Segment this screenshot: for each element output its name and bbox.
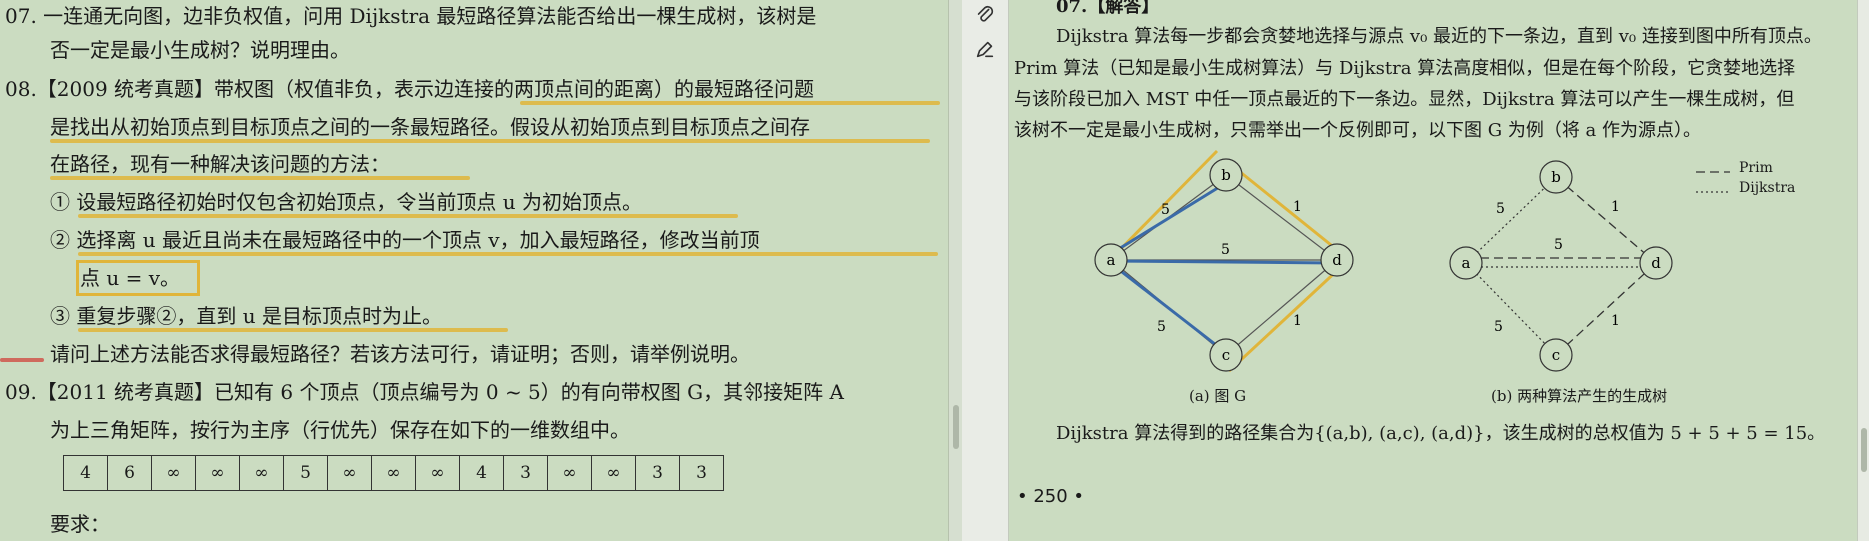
adjacency-array: 4 6 ∞ ∞ ∞ 5 ∞ ∞ ∞ 4 3 ∞ ∞ 3 3 xyxy=(63,455,724,491)
legend-prim-label: Prim xyxy=(1739,160,1773,176)
question-08-line1: 08.【2009 统考真题】带权图（权值非负，表示边连接的两顶点间的距离）的最短… xyxy=(5,77,815,101)
spanning-trees-figure: a b c d 5 1 5 5 1 xyxy=(1449,160,1730,372)
question-08-ask: 请问上述方法能否求得最短路径？若该方法可行，请证明；否则，请举例说明。 xyxy=(50,342,750,366)
weight-ac: 5 xyxy=(1494,319,1503,335)
question-08-line3: 在路径，现有一种解决该问题的方法： xyxy=(50,152,390,176)
figure-a-caption: (a) 图 G xyxy=(1189,387,1247,405)
array-cell: 3 xyxy=(635,455,680,491)
annotation-toolstrip xyxy=(962,0,1009,541)
question-07-line1: 07. 一连通无向图，边非负权值，问用 Dijkstra 最短路径算法能否给出一… xyxy=(5,4,817,28)
answer-line2: Prim 算法（已知是最小生成树算法）与 Dijkstra 算法高度相似，但是在… xyxy=(1014,58,1796,79)
edge-cd xyxy=(1225,259,1338,356)
left-scrollbar-thumb[interactable] xyxy=(953,405,959,449)
graph-g-figure: a b c d 5 1 5 5 1 xyxy=(1094,149,1354,373)
highlight-stroke xyxy=(50,176,470,180)
sign-pen-icon[interactable] xyxy=(974,38,996,60)
annotation-yellow-stroke xyxy=(1227,265,1343,373)
node-a-label: a xyxy=(1462,254,1471,272)
question-07-line2: 否一定是最小生成树？说明理由。 xyxy=(50,38,350,62)
highlight-stroke xyxy=(520,101,940,105)
array-cell: 3 xyxy=(503,455,548,491)
array-cell: ∞ xyxy=(415,455,460,491)
answer-line4: 该树不一定是最小生成树，只需举出一个反例即可，以下图 G 为例（将 a 作为源点… xyxy=(1014,120,1701,141)
array-cell: ∞ xyxy=(239,455,284,491)
node-d-label: d xyxy=(1332,251,1342,269)
array-cell: 3 xyxy=(679,455,724,491)
array-cell: 4 xyxy=(459,455,504,491)
array-cell: ∞ xyxy=(591,455,636,491)
figure-b-caption: (b) 两种算法产生的生成树 xyxy=(1491,387,1668,405)
dijkstra-edge-ab xyxy=(1465,176,1557,264)
highlight-stroke xyxy=(78,214,738,218)
question-08-step3: ③ 重复步骤②，直到 u 是目标顶点时为止。 xyxy=(50,304,442,328)
array-cell: ∞ xyxy=(151,455,196,491)
prim-edge-cd xyxy=(1555,262,1657,356)
prim-edge-bd xyxy=(1555,176,1657,264)
left-page: 07. 一连通无向图，边非负权值，问用 Dijkstra 最短路径算法能否给出一… xyxy=(0,0,948,541)
array-cell: 5 xyxy=(283,455,328,491)
weight-ab: 5 xyxy=(1496,201,1505,217)
highlight-stroke xyxy=(78,328,508,332)
paperclip-icon[interactable] xyxy=(974,4,996,26)
answer-conclusion: Dijkstra 算法得到的路径集合为{(a,b), (a,c), (a,d)}… xyxy=(1056,423,1826,444)
array-cell: 4 xyxy=(63,455,108,491)
node-c-label: c xyxy=(1222,346,1230,364)
dijkstra-edge-ac xyxy=(1465,262,1557,356)
array-cell: ∞ xyxy=(195,455,240,491)
weight-cd: 1 xyxy=(1293,313,1302,329)
question-09-line2: 为上三角矩阵，按行为主序（行优先）保存在如下的一维数组中。 xyxy=(50,418,630,442)
node-b-label: b xyxy=(1221,166,1231,184)
weight-ad: 5 xyxy=(1554,237,1563,253)
legend-dijkstra-label: Dijkstra xyxy=(1739,180,1796,196)
page-number: • 250 • xyxy=(1017,486,1085,507)
array-cell: ∞ xyxy=(327,455,372,491)
answer-line1: Dijkstra 算法每一步都会贪婪地选择与源点 v₀ 最近的下一条边，直到 v… xyxy=(1056,26,1822,47)
array-cell: ∞ xyxy=(371,455,416,491)
weight-bd: 1 xyxy=(1293,199,1302,215)
weight-bd: 1 xyxy=(1611,199,1620,215)
question-08-step2: ② 选择离 u 最近且尚未在最短路径中的一个顶点 v，加入最短路径，修改当前顶 xyxy=(50,228,760,252)
highlight-box xyxy=(76,260,200,296)
question-09-line1: 09.【2011 统考真题】已知有 6 个顶点（顶点编号为 0 ~ 5）的有向带… xyxy=(5,380,844,404)
page-divider xyxy=(948,0,963,541)
weight-ab: 5 xyxy=(1161,202,1170,218)
weight-cd: 1 xyxy=(1611,313,1620,329)
answer-line3: 与该阶段已加入 MST 中任一顶点最近的下一条边。显然，Dijkstra 算法可… xyxy=(1014,89,1795,110)
edge-bd xyxy=(1225,174,1338,261)
node-a-label: a xyxy=(1107,251,1116,269)
right-page: 07.【解答】 Dijkstra 算法每一步都会贪婪地选择与源点 v₀ 最近的下… xyxy=(1009,0,1857,541)
weight-ac: 5 xyxy=(1157,319,1166,335)
array-cell: 6 xyxy=(107,455,152,491)
array-cell: ∞ xyxy=(547,455,592,491)
right-scrollbar-thumb[interactable] xyxy=(1861,428,1867,472)
question-08-step1: ① 设最短路径初始时仅包含初始顶点，令当前顶点 u 为初始顶点。 xyxy=(50,190,642,214)
node-c-label: c xyxy=(1552,346,1560,364)
weight-ad: 5 xyxy=(1221,242,1230,258)
question-08-line2: 是找出从初始顶点到目标顶点之间的一条最短路径。假设从初始顶点到目标顶点之间存 xyxy=(50,115,810,139)
annotation-yellow-stroke xyxy=(1233,165,1342,255)
question-09-requirements: 要求： xyxy=(50,512,110,536)
answer-heading: 07.【解答】 xyxy=(1056,0,1160,17)
right-scrollbar[interactable] xyxy=(1857,0,1869,541)
red-mark xyxy=(0,358,44,362)
node-d-label: d xyxy=(1651,254,1661,272)
node-b-label: b xyxy=(1551,168,1561,186)
highlight-stroke xyxy=(50,139,930,143)
highlight-stroke xyxy=(78,252,938,256)
